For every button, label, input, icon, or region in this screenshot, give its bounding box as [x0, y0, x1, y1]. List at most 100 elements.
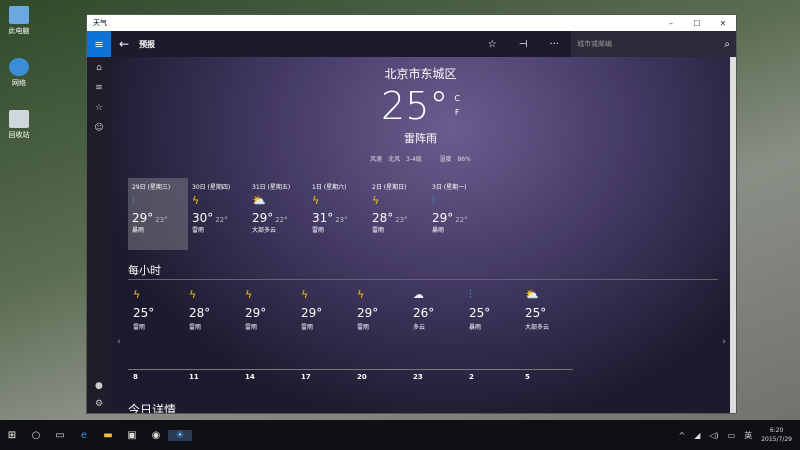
day-condition: 雷雨: [192, 227, 205, 234]
weather-app-icon[interactable]: ☀: [168, 429, 192, 441]
unit-celsius[interactable]: C: [454, 94, 460, 103]
hour-forecast: ϟ 29° 雷雨: [301, 285, 357, 331]
hour-forecast: ϟ 29° 雷雨: [245, 285, 301, 331]
computer-icon: [9, 6, 29, 24]
daily-forecast: 29日 (星期三) ⫶ 29° 23° 暴雨 30日 (星期四) ϟ 30° 22° 雷雨 31…: [128, 178, 488, 250]
network-icon: [9, 58, 29, 76]
desktop-icon-this-pc[interactable]: 此电脑: [4, 6, 34, 36]
account-icon[interactable]: ●: [95, 381, 103, 391]
heavy-rain-icon: ⫶: [132, 194, 135, 207]
hour-condition: 雷雨: [189, 324, 202, 331]
hourly-times: 8 11 14 17 20 23 2 5: [133, 373, 581, 381]
day-forecast[interactable]: 2日 (星期日) ϟ 28° 23° 雷雨: [368, 178, 428, 250]
ime-toggle[interactable]: 英: [744, 430, 752, 441]
search-icon[interactable]: ⌕: [724, 39, 730, 50]
humidity-value: 86%: [457, 156, 471, 163]
thunder-icon: ϟ: [189, 288, 197, 301]
hamburger-menu-button[interactable]: ≡: [87, 31, 111, 57]
scroll-right-button[interactable]: ›: [722, 337, 726, 347]
day-date: 31日 (星期五): [252, 184, 291, 191]
thunder-icon: ϟ: [245, 288, 253, 301]
hour-time: 2: [469, 373, 474, 381]
hour-temp: 29°: [357, 306, 379, 320]
day-forecast[interactable]: 3日 (星期一) ⫶ 29° 22° 暴雨: [428, 178, 488, 250]
hour-temp: 29°: [245, 306, 267, 320]
day-forecast[interactable]: 1日 (星期六) ϟ 31° 23° 雷雨: [308, 178, 368, 250]
search-input[interactable]: 城市或邮编 ⌕: [571, 31, 736, 57]
unit-fahrenheit[interactable]: F: [455, 108, 460, 117]
minimize-button[interactable]: –: [658, 19, 684, 28]
scroll-left-button[interactable]: ‹: [117, 337, 121, 347]
network-icon[interactable]: ◢: [694, 431, 700, 440]
low-temp: 23°: [335, 216, 348, 224]
hour-time: 20: [357, 373, 367, 381]
volume-icon[interactable]: ◁): [709, 431, 718, 440]
heavy-rain-icon: ⫶: [469, 288, 472, 301]
title-bar: 天气 – ☐ ✕: [87, 15, 736, 31]
day-forecast[interactable]: 30日 (星期四) ϟ 30° 22° 雷雨: [188, 178, 248, 250]
start-button[interactable]: ⊞: [0, 430, 24, 441]
historical-weather-icon[interactable]: ☆: [95, 103, 103, 113]
hour-condition: 雷雨: [245, 324, 258, 331]
store-icon[interactable]: ▣: [120, 430, 144, 441]
hour-condition: 暴雨: [469, 324, 482, 331]
low-temp: 23°: [155, 216, 168, 224]
current-condition: 雷阵雨: [404, 132, 437, 145]
hourly-heading: 每小时: [128, 264, 161, 277]
close-button[interactable]: ✕: [710, 19, 736, 28]
hour-condition: 雷雨: [357, 324, 370, 331]
media-icon[interactable]: ◉: [144, 430, 168, 441]
back-button[interactable]: ←: [119, 37, 129, 51]
file-explorer-icon[interactable]: ▬: [96, 430, 120, 441]
maximize-button[interactable]: ☐: [684, 19, 710, 28]
maps-icon[interactable]: ≋: [95, 83, 103, 93]
clock[interactable]: 6:20 2015/7/29: [761, 426, 792, 444]
desktop-icon-network[interactable]: 网络: [4, 58, 34, 88]
task-view-icon[interactable]: ▭: [48, 430, 72, 441]
day-forecast[interactable]: 29日 (星期三) ⫶ 29° 23° 暴雨: [128, 178, 188, 250]
more-options-icon[interactable]: ···: [549, 39, 559, 50]
hour-temp: 25°: [525, 306, 547, 320]
hour-temp: 26°: [413, 306, 435, 320]
edge-icon[interactable]: e: [72, 430, 96, 441]
high-temp: 30°: [192, 211, 214, 225]
high-temp: 29°: [252, 211, 274, 225]
hour-time: 23: [413, 373, 423, 381]
day-condition: 暴雨: [432, 227, 445, 234]
desktop-icon-recycle-bin[interactable]: 回收站: [4, 110, 34, 140]
thunder-icon: ϟ: [312, 194, 320, 207]
pin-icon[interactable]: ⊣: [519, 39, 528, 50]
hour-time: 5: [525, 373, 530, 381]
low-temp: 22°: [215, 216, 228, 224]
scrollbar[interactable]: [730, 57, 736, 413]
settings-gear-icon[interactable]: ⚙: [95, 399, 103, 409]
current-temp: 25°: [381, 84, 449, 128]
day-date: 29日 (星期三): [132, 184, 171, 191]
sidebar: ⌂ ≋ ☆ ☺ ● ⚙: [87, 57, 111, 413]
cortana-icon[interactable]: ○: [24, 430, 48, 441]
day-condition: 大部多云: [252, 227, 277, 234]
hour-forecast: ϟ 25° 雷雨: [133, 285, 189, 331]
notifications-icon[interactable]: ▭: [728, 431, 736, 440]
hourly-forecast: ϟ 25° 雷雨 ϟ 28° 雷雨 ϟ 29° 雷雨 ϟ 29° 雷雨 ϟ 29° 雷雨 ☁ 26° 多云 ⫶ 25°…: [133, 285, 581, 331]
day-date: 1日 (星期六): [312, 184, 347, 191]
show-hidden-icons-chevron-icon[interactable]: ^: [679, 431, 686, 440]
day-date: 3日 (星期一): [432, 184, 467, 191]
smiley-icon[interactable]: ☺: [94, 123, 103, 133]
clock-time: 6:20: [769, 427, 784, 434]
day-condition: 雷雨: [372, 227, 385, 234]
day-forecast[interactable]: 31日 (星期五) ⛅ 29° 22° 大部多云: [248, 178, 308, 250]
heavy-rain-icon: ⫶: [432, 194, 435, 207]
hour-temp: 29°: [301, 306, 323, 320]
home-icon[interactable]: ⌂: [96, 63, 102, 73]
low-temp: 23°: [395, 216, 408, 224]
low-temp: 22°: [275, 216, 288, 224]
favorite-star-icon[interactable]: ☆: [488, 39, 497, 50]
hour-forecast: ⫶ 25° 暴雨: [469, 285, 525, 331]
city-name: 北京市东城区: [384, 67, 457, 81]
thunder-icon: ϟ: [357, 288, 365, 301]
hour-forecast: ϟ 28° 雷雨: [189, 285, 245, 331]
day-date: 2日 (星期日): [372, 184, 407, 191]
page-title: 预报: [139, 39, 156, 49]
timeline-axis: [128, 369, 573, 370]
